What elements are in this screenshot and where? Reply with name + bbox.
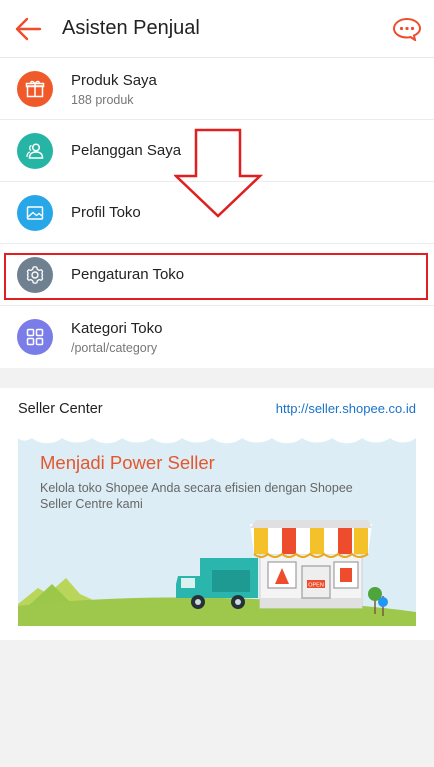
menu-item-subtitle: 188 produk — [71, 93, 134, 107]
menu-item-label: Profil Toko — [71, 204, 141, 221]
seller-menu-list: Produk Saya 188 produk Pelanggan Saya Pr… — [0, 58, 434, 368]
menu-item-produk-saya[interactable]: Produk Saya 188 produk — [0, 58, 434, 120]
chat-icon[interactable] — [392, 17, 422, 41]
menu-item-label: Produk Saya — [71, 72, 157, 89]
menu-item-label: Kategori Toko — [71, 320, 163, 337]
menu-item-subtitle: /portal/category — [71, 341, 158, 355]
users-icon — [17, 133, 53, 169]
seller-center-section: Seller Center http://seller.shopee.co.id — [0, 388, 434, 640]
menu-item-profil-toko[interactable]: Profil Toko — [0, 182, 434, 244]
menu-item-label: Pelanggan Saya — [71, 142, 182, 159]
banner-headline: Menjadi Power Seller — [40, 452, 215, 473]
grid-icon — [17, 319, 53, 355]
menu-item-pelanggan-saya[interactable]: Pelanggan Saya — [0, 120, 434, 182]
top-app-bar: Asisten Penjual — [0, 0, 434, 58]
seller-center-link[interactable]: http://seller.shopee.co.id — [276, 401, 416, 416]
page-title: Asisten Penjual — [62, 17, 200, 39]
back-arrow-icon[interactable] — [14, 16, 42, 42]
banner-description: Kelola toko Shopee Anda secara efisien d… — [40, 481, 353, 511]
menu-item-pengaturan-toko[interactable]: Pengaturan Toko — [0, 244, 434, 306]
image-icon — [17, 195, 53, 231]
gift-icon — [17, 71, 53, 107]
shop-open-sign: OPEN — [308, 583, 324, 589]
menu-item-kategori-toko[interactable]: Kategori Toko /portal/category — [0, 306, 434, 368]
power-seller-banner[interactable]: OPEN Menjadi Power Seller Kelola toko Sh… — [18, 428, 416, 626]
gear-icon — [17, 257, 53, 293]
seller-center-title: Seller Center — [18, 401, 103, 417]
menu-item-label: Pengaturan Toko — [71, 266, 185, 283]
